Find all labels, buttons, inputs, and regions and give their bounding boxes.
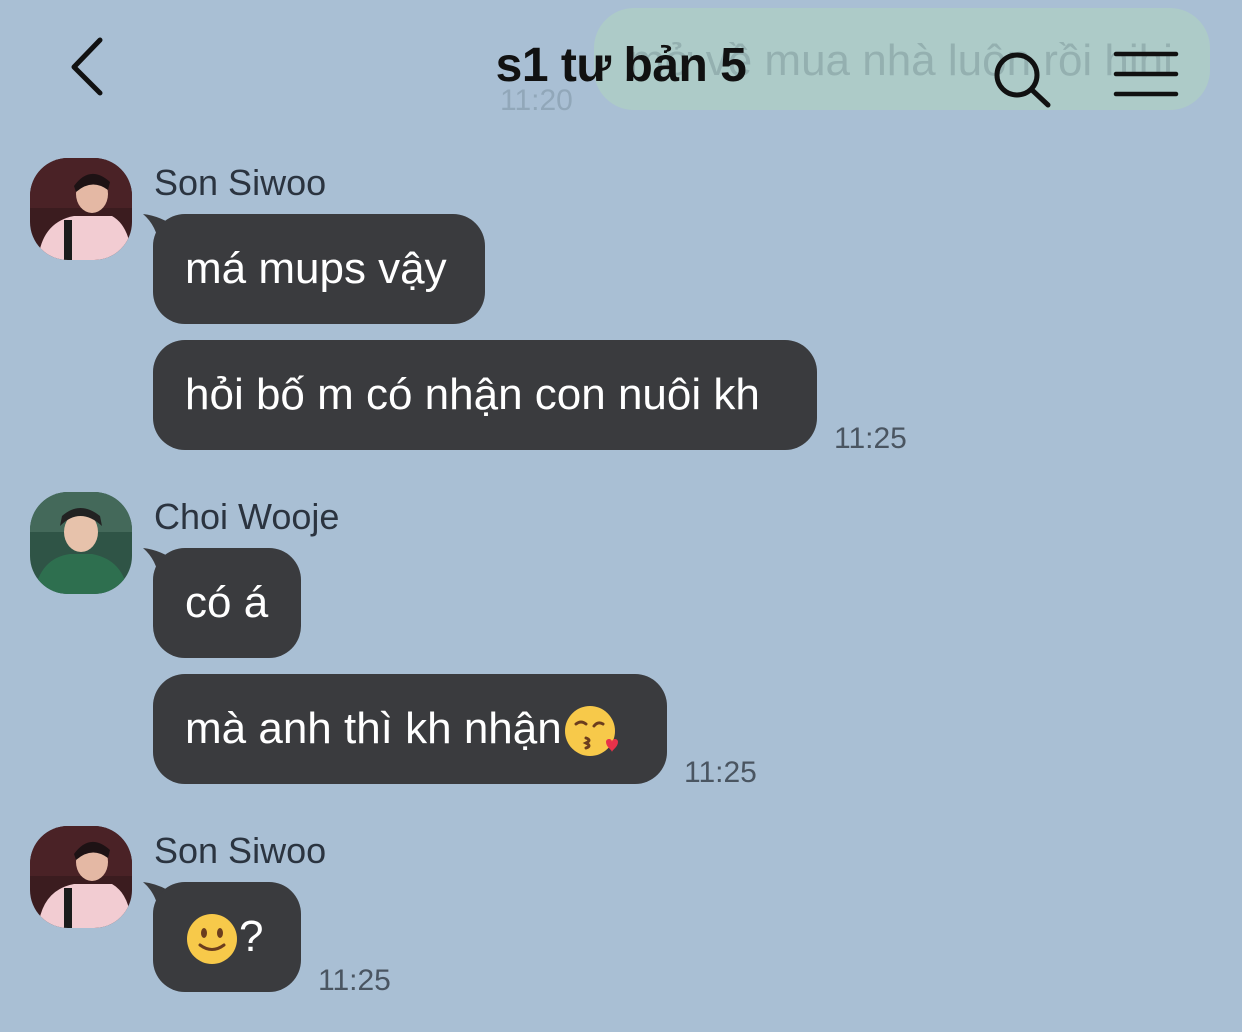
sender-name: Son Siwoo bbox=[154, 830, 327, 871]
son-siwoo-avatar[interactable] bbox=[30, 826, 132, 928]
search-button[interactable] bbox=[990, 48, 1054, 112]
hamburger-menu-icon bbox=[1113, 51, 1179, 97]
choi-wooje-avatar[interactable] bbox=[30, 492, 132, 594]
chat-screen: mở về mua nhà luôn rồi hihi 11:20 s1 tư … bbox=[0, 0, 1242, 1032]
kissing-heart-emoji bbox=[564, 706, 618, 757]
menu-button[interactable] bbox=[1110, 44, 1180, 104]
message-text: ? bbox=[239, 912, 264, 961]
message-bubble[interactable]: có á bbox=[153, 548, 301, 658]
message-bubble[interactable]: ? bbox=[153, 882, 301, 992]
chat-title: s1 tư bản 5 bbox=[495, 39, 747, 92]
message-bubble[interactable]: má mups vậy bbox=[153, 214, 485, 324]
message-text: mà anh thì kh nhận bbox=[185, 704, 562, 753]
search-icon bbox=[994, 52, 1051, 108]
son-siwoo-avatar[interactable] bbox=[30, 158, 132, 260]
message-time: 11:25 bbox=[834, 422, 907, 455]
chat-header: mở về mua nhà luôn rồi hihi 11:20 s1 tư … bbox=[0, 0, 1242, 130]
message-bubble[interactable]: mà anh thì kh nhận bbox=[153, 674, 667, 784]
sender-name: Son Siwoo bbox=[154, 162, 327, 203]
slightly-smiling-face-emoji bbox=[187, 914, 237, 965]
message-time: 11:25 bbox=[684, 756, 757, 789]
message-time: 11:25 bbox=[318, 964, 391, 997]
sender-name: Choi Wooje bbox=[154, 496, 340, 537]
message-bubble[interactable]: hỏi bố m có nhận con nuôi kh bbox=[153, 340, 817, 450]
